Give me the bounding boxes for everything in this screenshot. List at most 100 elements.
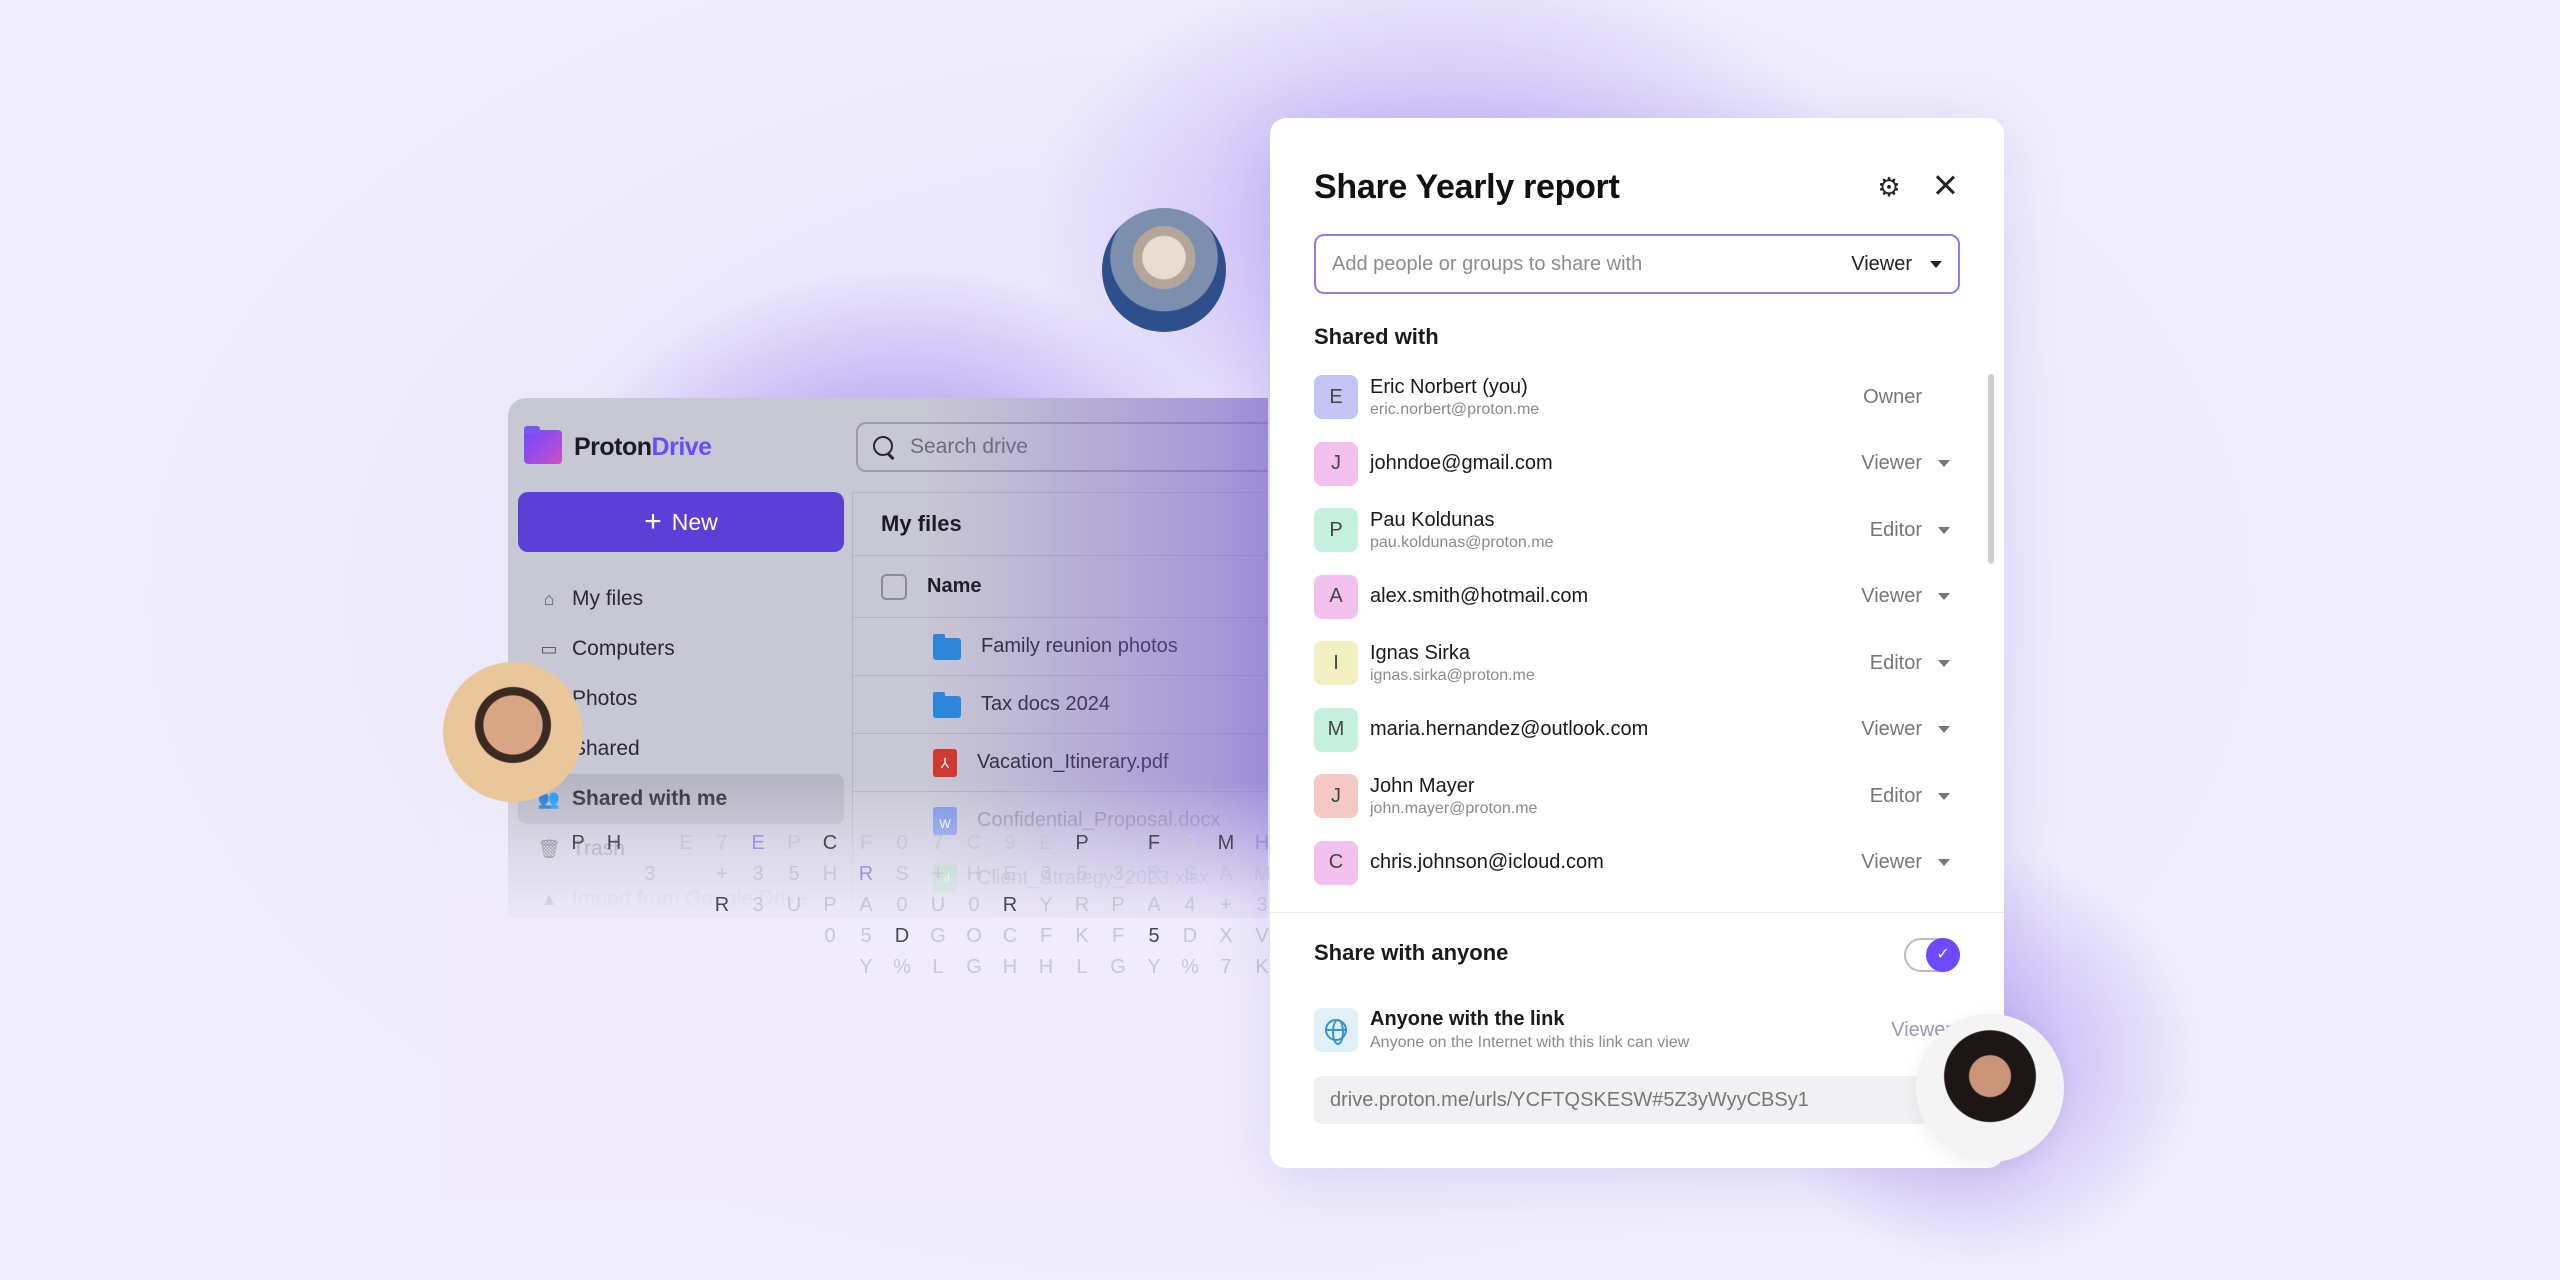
role-dropdown[interactable]: Viewer — [1834, 718, 1954, 741]
cipher-char: P — [787, 832, 801, 854]
role-dropdown[interactable]: Editor — [1834, 785, 1954, 808]
cipher-char: G — [930, 925, 946, 947]
role-dropdown[interactable]: Viewer — [1834, 851, 1954, 874]
caret-down-icon — [1930, 260, 1942, 268]
sidebar-item-computers[interactable]: ▭ Computers — [518, 624, 844, 674]
folder-icon — [933, 691, 961, 718]
avatar-photo-woman — [1916, 1014, 2064, 1162]
file-row[interactable]: Tax docs 2024 — [853, 676, 1268, 734]
person-name: Eric Norbert (you) — [1370, 375, 1528, 398]
file-row[interactable]: ⅄ Vacation_Itinerary.pdf — [853, 734, 1268, 792]
dialog-title: Share Yearly report — [1314, 168, 1620, 206]
cipher-char: F — [1147, 832, 1161, 854]
file-row[interactable]: Family reunion photos — [853, 618, 1268, 676]
person-name: Ignas Sirka — [1370, 641, 1471, 664]
globe-icon — [1325, 1019, 1347, 1045]
search-input[interactable] — [910, 435, 1210, 459]
cipher-char: F — [1039, 925, 1053, 947]
search-bar[interactable] — [856, 422, 1268, 472]
avatar: A — [1314, 574, 1358, 619]
cipher-char: E — [1111, 832, 1125, 854]
role-dropdown[interactable]: Viewer — [1834, 452, 1954, 475]
scrollbar[interactable] — [1988, 374, 1994, 564]
cipher-char — [776, 925, 812, 956]
cipher-char: 0 — [968, 894, 980, 916]
cipher-char: 5 — [1148, 925, 1160, 947]
cipher-char: S — [1183, 863, 1197, 885]
gear-icon[interactable]: ⚙ — [1874, 172, 1904, 202]
share-people-field[interactable]: Viewer — [1314, 234, 1960, 294]
link-subtitle: Anyone on the Internet with this link ca… — [1370, 1034, 1690, 1051]
select-all-checkbox[interactable] — [881, 573, 907, 600]
column-name[interactable]: Name — [927, 575, 981, 598]
cipher-char: 3 — [752, 863, 764, 885]
shared-people-list: E Eric Norbert (you) eric.norbert@proton… — [1314, 364, 1954, 896]
cipher-char: 7 — [1220, 956, 1232, 978]
cipher-char — [704, 925, 740, 956]
avatar: E — [1314, 375, 1358, 420]
cipher-char — [740, 925, 776, 956]
cipher-char: E — [1003, 863, 1017, 885]
shared-person-row: C chris.johnson@icloud.com Viewer — [1314, 830, 1954, 897]
cipher-char — [560, 925, 596, 956]
share-with-anyone-toggle[interactable]: ✓ — [1904, 938, 1960, 972]
cipher-char — [632, 894, 668, 925]
cipher-char: 0 — [896, 832, 908, 854]
cipher-char — [668, 894, 704, 925]
cipher-char: H — [1002, 956, 1018, 978]
role-dropdown[interactable]: Viewer — [1851, 253, 1942, 276]
avatar: P — [1314, 508, 1358, 553]
person-name: Pau Koldunas — [1370, 508, 1495, 531]
avatar: J — [1314, 441, 1358, 486]
role-dropdown[interactable]: Viewer — [1834, 585, 1954, 608]
close-icon[interactable] — [1930, 170, 1960, 200]
cipher-row: 05DGOCFKF5DXVR — [560, 925, 1316, 956]
cipher-char: 9 — [1004, 832, 1016, 854]
cipher-char — [596, 925, 632, 956]
cipher-char — [740, 956, 776, 987]
person-email: ignas.sirka@proton.me — [1370, 666, 1535, 684]
cipher-char: L — [932, 956, 944, 978]
cipher-char: E — [679, 832, 693, 854]
cipher-char: 7 — [716, 832, 728, 854]
cipher-char: A — [859, 894, 873, 916]
sidebar-item-shared-with-me[interactable]: 👥 Shared with me — [518, 774, 844, 824]
role-dropdown[interactable]: Editor — [1834, 519, 1954, 542]
cipher-char: P — [1075, 832, 1089, 854]
cipher-char: 3 — [1112, 863, 1124, 885]
cipher-char: H — [822, 863, 838, 885]
avatar: C — [1314, 840, 1358, 885]
person-email: john.mayer@proton.me — [1370, 799, 1538, 817]
cipher-char: K — [1075, 925, 1089, 947]
avatar-photo-young-man — [443, 662, 583, 802]
cipher-char: P — [571, 832, 585, 854]
cipher-char — [596, 863, 632, 894]
shared-person-row: A alex.smith@hotmail.com Viewer — [1314, 564, 1954, 631]
person-name: chris.johnson@icloud.com — [1370, 851, 1604, 874]
role-dropdown[interactable]: Editor — [1834, 652, 1954, 675]
cipher-char: R — [858, 863, 874, 885]
cipher-char: P — [823, 894, 837, 916]
folder-icon — [933, 633, 961, 660]
cipher-char: H — [606, 832, 622, 854]
cipher-char: L — [1076, 956, 1088, 978]
person-name: maria.hernandez@outlook.com — [1370, 718, 1649, 741]
share-dialog: Share Yearly report ⚙ Viewer Shared with… — [1270, 118, 2004, 1168]
cipher-char: 4 — [1184, 894, 1196, 916]
cipher-char: + — [1220, 894, 1232, 916]
share-link-url[interactable]: drive.proton.me/urls/YCFTQSKESW#5Z3yWyyC… — [1314, 1076, 1960, 1124]
cipher-char: C — [822, 832, 838, 854]
brand-accent: Drive — [651, 432, 713, 461]
inbox-icon: ⌂ — [543, 588, 555, 609]
cipher-char: U — [930, 894, 946, 916]
cipher-char — [668, 925, 704, 956]
cipher-char — [560, 894, 596, 925]
new-button[interactable]: + New — [518, 492, 844, 552]
cipher-char: A — [1147, 894, 1161, 916]
shared-person-row: J johndoe@gmail.com Viewer — [1314, 431, 1954, 498]
share-people-input[interactable] — [1332, 252, 1852, 276]
sidebar-item-my-files[interactable]: ⌂ My files — [518, 574, 844, 624]
cipher-char: + — [716, 863, 728, 885]
cipher-row: Y%LGHHLGY%7KF — [560, 956, 1316, 987]
caret-down-icon — [1938, 526, 1950, 534]
